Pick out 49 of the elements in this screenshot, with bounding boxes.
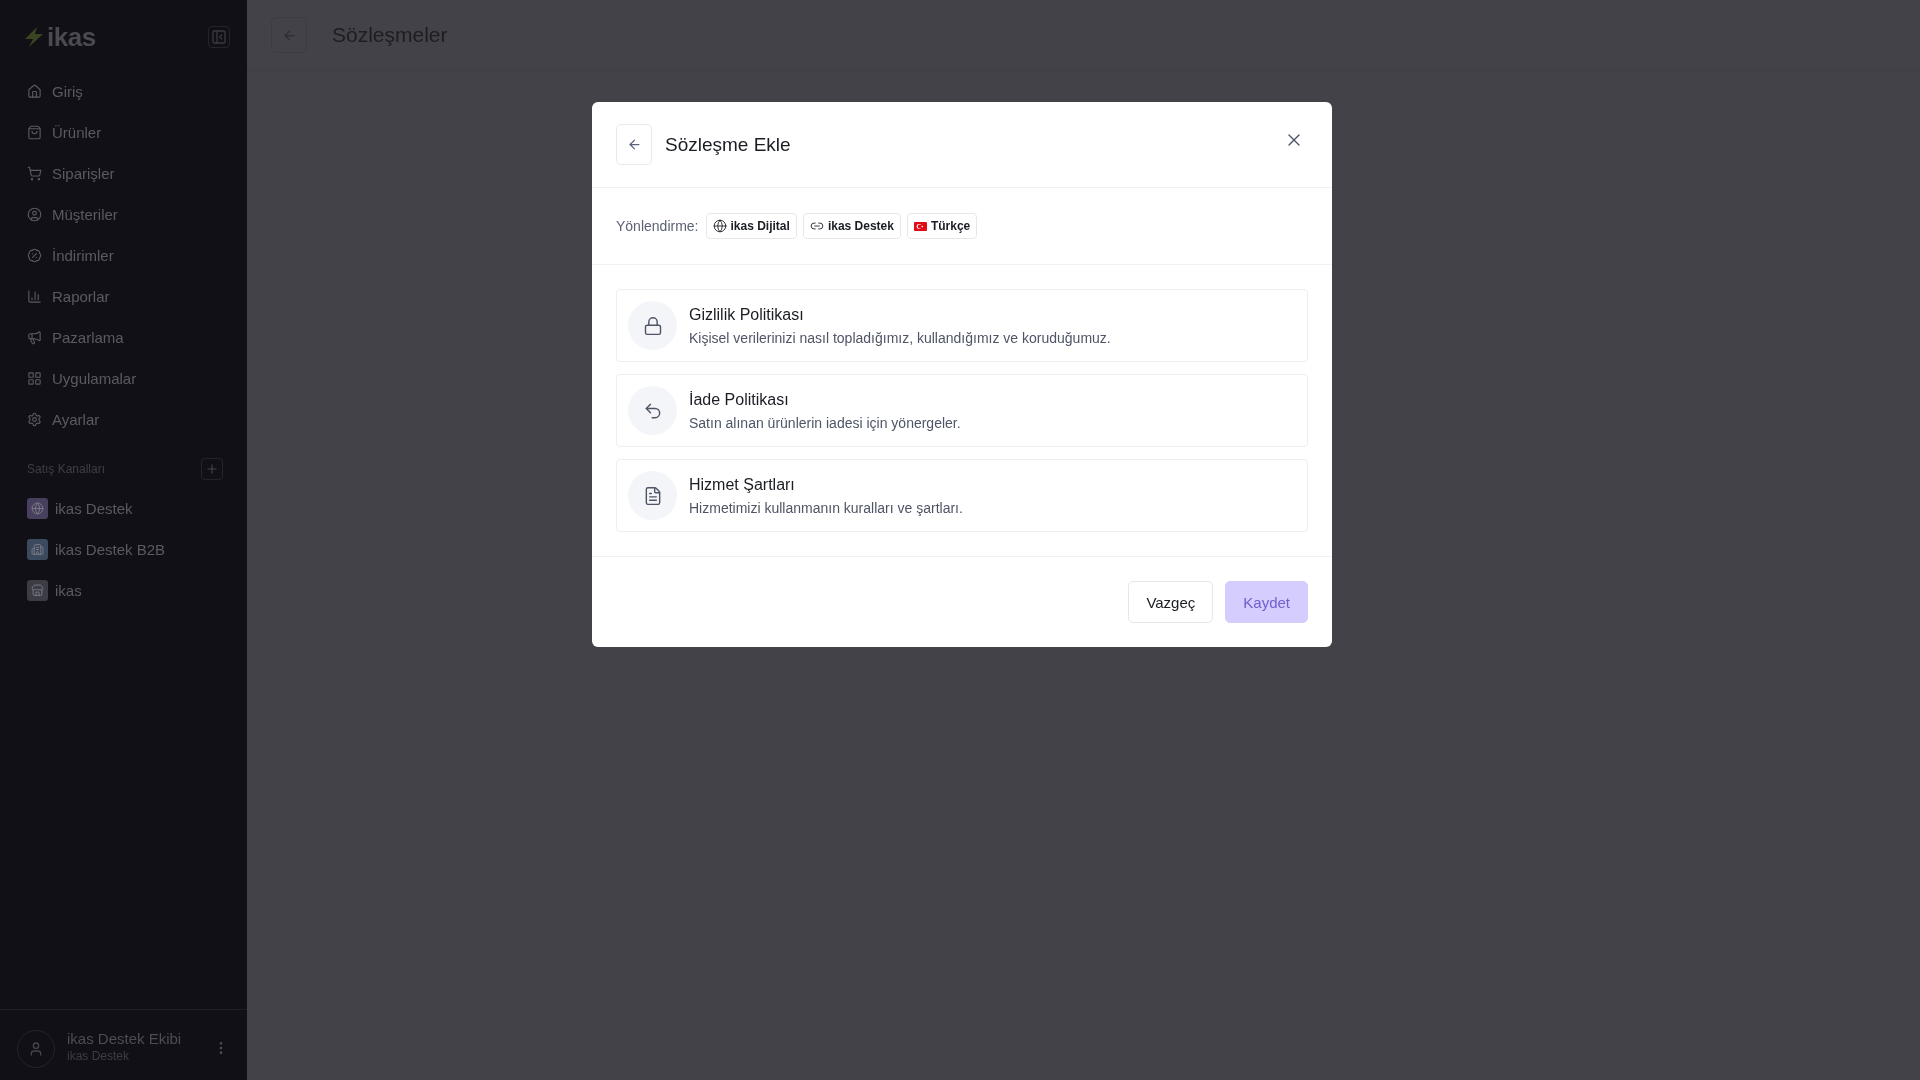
sidebar-toggle-icon xyxy=(211,29,227,45)
grid-icon xyxy=(27,371,42,386)
nav-item[interactable]: Ürünler xyxy=(0,112,247,153)
lightning-logo-icon xyxy=(23,26,45,48)
settings-icon xyxy=(27,412,42,427)
user-name: ikas Destek Ekibi xyxy=(67,1030,183,1047)
routing-tag: Türkçe xyxy=(906,213,978,239)
link-icon xyxy=(809,219,824,233)
flag-icon xyxy=(913,221,927,231)
megaphone-icon xyxy=(27,330,42,345)
nav-item[interactable]: İndirimler xyxy=(0,235,247,276)
dialog-back-button[interactable] xyxy=(616,124,652,165)
channel-item[interactable]: ikas Destek B2B xyxy=(0,529,247,570)
option-title: İade Politikası xyxy=(689,390,790,409)
dialog-title: Sözleşme Ekle xyxy=(665,133,791,156)
plus-icon xyxy=(205,462,219,476)
cart-icon xyxy=(27,166,42,181)
nav-item[interactable]: Pazarlama xyxy=(0,317,247,358)
percent-icon xyxy=(27,248,42,263)
add-channel-button[interactable] xyxy=(201,458,223,480)
cancel-button[interactable]: Vazgeç xyxy=(1128,581,1214,623)
nav-item[interactable]: Giriş xyxy=(0,71,247,112)
option-description: Satın alınan ürünlerin iadesi için yönergeler. xyxy=(689,414,961,431)
bag-icon xyxy=(27,125,42,140)
bar-chart-icon xyxy=(27,289,42,304)
routing-tag: ikas Destek xyxy=(802,213,901,239)
nav-item[interactable]: Uygulamalar xyxy=(0,358,247,399)
user-circle-icon xyxy=(27,207,42,222)
channel-item[interactable]: ikas xyxy=(0,570,247,611)
routing-label: Yönlendirme: xyxy=(616,218,699,234)
option-description: Hizmetimizi kullanmanın kuralları ve şartları. xyxy=(689,499,963,516)
channel-item[interactable]: ikas Destek xyxy=(0,488,247,529)
option-title: Hizmet Şartları xyxy=(689,475,796,494)
contract-option[interactable]: Gizlilik Politikası Kişisel verilerinizi nasıl topladığımız, kullandığımız ve koruduğumuz. xyxy=(616,289,1308,362)
user-icon xyxy=(28,1041,44,1057)
nav-item[interactable]: Müşteriler xyxy=(0,194,247,235)
nav-item[interactable]: Siparişler xyxy=(0,153,247,194)
option-title: Gizlilik Politikası xyxy=(689,305,805,324)
collapse-sidebar-button[interactable] xyxy=(208,26,230,48)
lock-icon xyxy=(642,315,663,336)
globe-icon xyxy=(712,219,727,233)
nav-item[interactable]: Ayarlar xyxy=(0,399,247,440)
option-description: Kişisel verilerinizi nasıl topladığımız, kullandığımız ve koruduğumuz. xyxy=(689,329,1111,346)
contract-option[interactable]: İade Politikası Satın alınan ürünlerin iadesi için yönergeler. xyxy=(616,374,1308,447)
home-icon xyxy=(27,84,42,99)
routing-tag: ikas Dijital xyxy=(705,213,797,239)
logo-text: ikas xyxy=(47,21,96,53)
contract-option[interactable]: Hizmet Şartları Hizmetimizi kullanmanın kuralları ve şartları. xyxy=(616,459,1308,532)
nav-item[interactable]: Raporlar xyxy=(0,276,247,317)
